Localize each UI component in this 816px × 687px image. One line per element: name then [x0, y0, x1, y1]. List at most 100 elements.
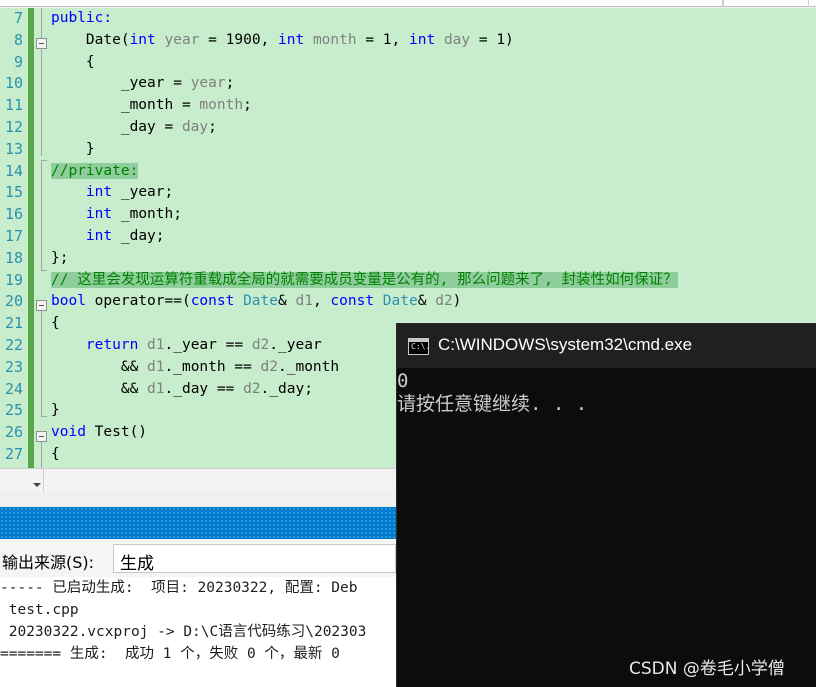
top-divider	[808, 0, 809, 7]
output-panel-titlebar[interactable]	[0, 507, 396, 539]
cmd-icon-label: C:\.	[411, 342, 431, 351]
code-token: Date	[382, 293, 418, 310]
code-token: year	[190, 75, 226, 92]
watermark: CSDN @卷毛小学僧	[629, 659, 785, 679]
fold-guide	[41, 442, 42, 468]
line-number-gutter: 7 8 9 10 11 12 13 14 15 16 17 18 19 20 21 22 23 24 25 26 27	[0, 8, 24, 468]
code-line[interactable]: {	[51, 52, 95, 74]
code-token: ._year	[269, 337, 322, 353]
line-number: 19	[4, 270, 23, 289]
line-number: 13	[4, 139, 23, 158]
code-token: ;	[225, 75, 235, 92]
fold-toggle-icon[interactable]	[36, 431, 47, 442]
code-token: _day;	[112, 228, 165, 244]
code-line[interactable]: Date(int year = 1900, int month = 1, int…	[51, 30, 514, 52]
code-line[interactable]: && d1._day == d2._day;	[51, 379, 313, 401]
line-number: 26	[4, 423, 23, 442]
code-token: int	[85, 184, 113, 201]
code-token: ;	[243, 97, 252, 114]
line-number: 11	[4, 96, 23, 115]
code-line[interactable]: {	[51, 313, 60, 335]
code-token: const	[190, 293, 235, 310]
code-token: {	[51, 446, 60, 462]
output-text-area[interactable]: ----- 已启动生成: 项目: 20230322, 配置: Deb test.…	[0, 577, 396, 687]
code-token: };	[51, 249, 69, 266]
code-line[interactable]: _year = year;	[51, 73, 235, 95]
code-token: {	[51, 315, 60, 332]
line-number: 7	[13, 9, 23, 27]
code-line[interactable]: }	[51, 400, 60, 422]
chevron-down-icon[interactable]	[33, 483, 41, 487]
code-token: int	[129, 31, 156, 48]
change-indicator-bar	[28, 8, 34, 468]
fold-toggle-icon[interactable]	[36, 38, 47, 49]
code-token: ._day ==	[164, 380, 244, 397]
console-titlebar[interactable]: C:\. C:\WINDOWS\system32\cmd.exe	[397, 324, 816, 368]
output-line: ======= 生成: 成功 1 个，失败 0 个，最新 0	[0, 646, 340, 662]
code-token: &	[417, 293, 436, 310]
code-token: d2	[243, 380, 261, 397]
code-token: day	[443, 31, 471, 48]
code-line[interactable]: //private:	[51, 161, 139, 183]
code-line[interactable]: }	[51, 139, 95, 161]
code-line[interactable]: _day = day;	[51, 117, 217, 139]
code-token: )	[452, 293, 462, 310]
code-line[interactable]: int _day;	[51, 226, 165, 248]
output-source-select[interactable]: 生成	[113, 544, 396, 574]
code-token: d2	[435, 293, 453, 310]
code-token: int	[278, 31, 305, 48]
code-line[interactable]: _month = month;	[51, 95, 252, 117]
code-token: public:	[51, 10, 113, 26]
output-line: ----- 已启动生成: 项目: 20230322, 配置: Deb	[0, 580, 358, 596]
code-line[interactable]: // 这里会发现运算符重载成全局的就需要成员变量是公有的, 那么问题来了, 封装…	[51, 270, 678, 292]
line-number: 27	[4, 445, 23, 463]
fold-guide-end	[41, 270, 47, 271]
code-token: ;	[208, 119, 217, 135]
code-line[interactable]: bool operator==(const Date& d1, const Da…	[51, 291, 461, 313]
top-strip	[0, 0, 816, 7]
code-token: year	[164, 31, 200, 48]
code-token: &&	[51, 380, 148, 397]
code-token: _month;	[112, 206, 182, 223]
code-token: }	[51, 140, 95, 157]
line-number: 9	[13, 52, 23, 71]
code-token: d1	[295, 293, 313, 310]
code-token: int	[409, 31, 436, 48]
code-token: operator==(	[85, 293, 191, 310]
code-line[interactable]: return d1._year == d2._year	[51, 335, 322, 357]
code-token: int	[85, 206, 113, 223]
code-line[interactable]: {	[51, 444, 60, 466]
code-line[interactable]: public:	[51, 8, 112, 30]
code-token: = 1)	[470, 31, 514, 48]
code-line[interactable]: int _month;	[51, 204, 182, 226]
output-source-label: 输出来源(S):	[2, 553, 95, 572]
code-line[interactable]: && d1._month == d2._month	[51, 357, 339, 379]
code-token: month	[312, 31, 357, 48]
console-output[interactable]: 0 请按任意键继续. . .	[397, 368, 816, 687]
code-token: _month =	[51, 97, 200, 114]
code-token: _year;	[112, 184, 174, 201]
top-divider	[722, 0, 724, 7]
code-token: int	[85, 228, 113, 244]
fold-toggle-icon[interactable]	[36, 300, 47, 311]
code-line[interactable]: void Test()	[51, 422, 147, 444]
code-line[interactable]: };	[51, 248, 68, 270]
code-line[interactable]: int _year;	[51, 182, 173, 204]
zoom-dropdown[interactable]	[0, 468, 44, 492]
code-token: d1	[147, 337, 165, 353]
line-number: 12	[4, 118, 23, 136]
code-token: Date	[243, 293, 278, 310]
line-number: 17	[4, 227, 23, 245]
code-token: ._month ==	[164, 358, 261, 375]
line-number: 20	[4, 292, 23, 311]
line-number: 10	[4, 74, 23, 93]
console-window[interactable]: C:\. C:\WINDOWS\system32\cmd.exe 0 请按任意键继…	[396, 323, 816, 687]
line-number: 22	[4, 336, 23, 354]
code-token: Test()	[85, 424, 148, 441]
line-number: 15	[4, 183, 23, 202]
code-token: = 1900,	[199, 31, 279, 48]
horizontal-scrollbar[interactable]	[44, 468, 396, 492]
